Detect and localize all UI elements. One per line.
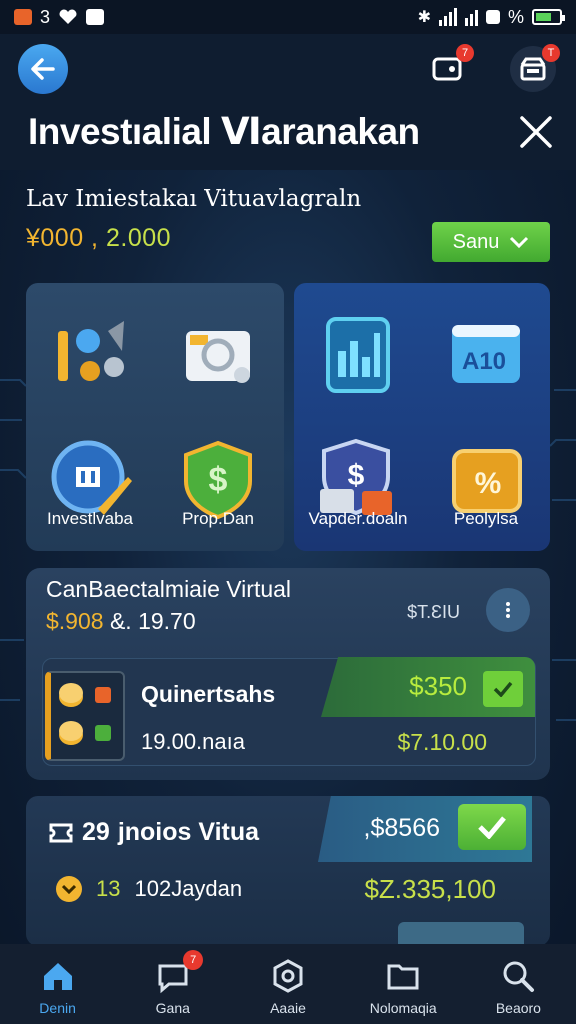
notifications-button[interactable]: 7	[424, 44, 474, 92]
hexagon-icon	[273, 959, 303, 993]
nav-badge: 7	[183, 950, 204, 970]
notification-badge: 7	[456, 44, 474, 62]
investment-summary: Lav Imiestakaı Vituavlagraln ¥000 , 2.00…	[26, 186, 552, 262]
app-notification-icon	[14, 9, 32, 25]
battery-percent: %	[507, 6, 524, 27]
feature-investlvaba-tools[interactable]	[26, 283, 154, 417]
nav-label: Denin	[39, 1000, 76, 1016]
card-title-text: jnoios Vitua	[117, 818, 260, 846]
svg-text:%: %	[475, 467, 502, 500]
arrow-left-icon	[31, 58, 55, 80]
data-icon	[485, 10, 500, 24]
check-icon	[478, 816, 506, 839]
app-header: 7 T Investıalial Ⅵaranakan	[0, 34, 576, 170]
feature-shield-dollar[interactable]: $ Prop.Dan	[154, 409, 282, 543]
more-vertical-icon	[506, 600, 510, 620]
feature-label: Vapder.doaln	[308, 509, 408, 528]
summary-label: Lav Imiestakaı Vituavlagraln	[26, 186, 362, 212]
card-title-number: 29	[82, 818, 110, 846]
nav-item-home[interactable]: Denin	[0, 944, 115, 1024]
nav-label: Gana	[155, 1000, 190, 1016]
feature-panel-left: Investlvaba $ Prop.Dan	[26, 283, 284, 551]
portfolio-title: CanBaectalmiaie Virtual	[46, 576, 292, 602]
heart-icon	[59, 9, 77, 24]
store-badge: T	[542, 44, 560, 62]
coins-icon	[45, 671, 125, 761]
ticket-icon	[49, 823, 73, 842]
portfolio-card: CanBaectalmiaie Virtual $.908 &. 19.70 $…	[26, 568, 550, 780]
signal-icon	[438, 8, 457, 26]
bottom-navigation: Denin 7 Gana Aaaie Nolomaqia Beaoro	[0, 944, 576, 1024]
portfolio-right-value: $T.ƐIU	[407, 602, 460, 622]
signal-2-icon	[464, 8, 478, 26]
battery-icon	[532, 9, 565, 25]
summary-value-primary: ¥000 ,	[26, 224, 99, 252]
chevron-down-icon	[510, 236, 529, 249]
asset-name: Quinertsahs	[141, 681, 276, 707]
card-meta-text: 102Jaydan	[134, 876, 243, 901]
status-count: 3	[40, 6, 51, 27]
asset-value: $7.10.00	[397, 729, 487, 755]
chart-tablet-icon	[326, 317, 390, 393]
feature-data-box[interactable]: A10	[422, 283, 550, 417]
nav-item-chat[interactable]: 7 Gana	[115, 944, 230, 1024]
nav-item-hexagon[interactable]: Aaaie	[230, 944, 345, 1024]
feature-chart-tablet[interactable]	[294, 283, 422, 417]
gallery-icon	[86, 9, 105, 25]
confirm-investment-button[interactable]	[458, 804, 526, 850]
check-icon	[493, 681, 513, 697]
close-icon[interactable]	[518, 114, 554, 150]
folder-icon	[387, 964, 419, 990]
card-meta-number: 13	[96, 876, 121, 901]
asset-row[interactable]: Quinertsahs 19.00.naıa $350 $7.10.00	[42, 657, 536, 766]
feature-money-shield[interactable]: $ Vapder.doaln	[294, 409, 422, 543]
portfolio-sub-a: $.908	[46, 608, 104, 634]
more-options-button[interactable]	[486, 588, 530, 632]
nav-label: Nolomaqia	[369, 1000, 437, 1016]
svg-text:$: $	[209, 461, 228, 499]
asset-quantity: 19.00.naıa	[141, 729, 245, 754]
feature-label: Investlvaba	[47, 509, 133, 528]
store-button[interactable]: T	[510, 44, 560, 92]
svg-text:A10: A10	[462, 348, 506, 375]
portfolio-subtitle: $.908 &. 19.70	[46, 608, 196, 635]
search-icon	[503, 961, 535, 992]
asset-price: $350	[409, 671, 467, 701]
feature-label: Prop.Dan	[182, 509, 254, 528]
nav-label: Beaoro	[495, 1000, 541, 1016]
portfolio-sub-b: &. 19.70	[109, 608, 196, 634]
bluetooth-icon: ✱	[417, 9, 431, 26]
confirm-asset-button[interactable]	[483, 671, 523, 707]
nav-item-folder[interactable]: Nolomaqia	[346, 944, 461, 1024]
tools-icon	[58, 321, 124, 381]
data-box-icon: A10	[452, 325, 520, 383]
nav-label: Aaaie	[270, 1000, 306, 1016]
chevron-down-coin-icon	[56, 876, 82, 902]
page-title: Investıalial Ⅵaranakan	[28, 111, 420, 152]
svg-text:$: $	[348, 459, 365, 492]
summary-value-secondary: 2.000	[105, 224, 172, 252]
card-title: 29 jnoios Vitua	[48, 818, 259, 847]
status-bar: 3 ✱ %	[0, 0, 576, 34]
card-value: $Z.335,100	[364, 874, 496, 904]
feature-label: Peolylsa	[453, 509, 519, 528]
feature-camera[interactable]	[154, 283, 282, 417]
save-label: Sanu	[452, 230, 500, 253]
save-button[interactable]: Sanu	[432, 222, 550, 262]
card-price: ,$8566	[363, 814, 440, 842]
home-icon	[43, 963, 72, 990]
feature-panel-right: A10 $ Vapder.doaln % Peolylsa	[294, 283, 550, 551]
feature-percent-coin[interactable]: % Peolylsa	[422, 409, 550, 543]
camera-icon	[186, 331, 250, 383]
nav-item-search[interactable]: Beaoro	[461, 944, 576, 1024]
back-button[interactable]	[18, 44, 68, 94]
feature-bank[interactable]: Investlvaba	[26, 409, 154, 543]
card-meta: 13 102Jaydan	[56, 876, 242, 902]
